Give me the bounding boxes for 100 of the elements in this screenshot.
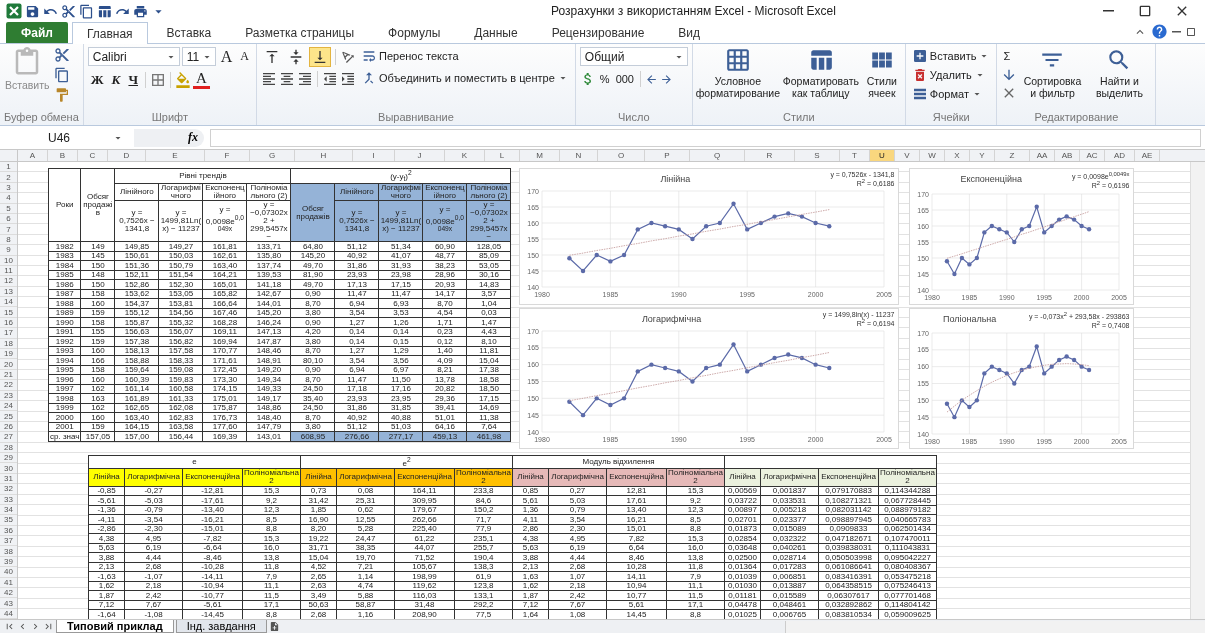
row-number[interactable]: 7 (0, 224, 17, 235)
number-format-field[interactable]: Общий (579, 47, 688, 66)
autosum-button[interactable]: Σ (1001, 47, 1018, 65)
row-number[interactable]: 15 (0, 307, 17, 318)
ribbon-tab[interactable]: Разметка страницы (230, 22, 370, 43)
row-number[interactable]: 31 (0, 473, 17, 485)
name-box[interactable]: U46 (8, 128, 128, 147)
column-header[interactable]: K (445, 150, 485, 161)
row-number[interactable]: 8 (0, 234, 17, 246)
column-header[interactable]: F (205, 150, 250, 161)
column-header[interactable]: N (560, 150, 598, 161)
borders-icon[interactable] (150, 71, 166, 88)
column-header[interactable]: M (520, 150, 560, 161)
row-number[interactable]: 30 (0, 463, 17, 474)
column-header[interactable]: S (795, 150, 840, 161)
column-header[interactable]: Q (690, 150, 745, 161)
row-number[interactable]: 34 (0, 504, 17, 516)
column-header[interactable]: P (645, 150, 690, 161)
row-number[interactable]: 38 (0, 546, 17, 557)
font-name-field[interactable]: Calibri (87, 47, 180, 66)
styles-button[interactable]: Форматировать как таблицу (781, 47, 860, 111)
row-number[interactable]: 13 (0, 286, 17, 298)
column-header[interactable]: Z (995, 150, 1030, 161)
row-number[interactable]: 4 (0, 193, 17, 204)
help-icon[interactable] (1151, 23, 1168, 40)
row-number[interactable]: 5 (0, 203, 17, 214)
row-number[interactable]: 42 (0, 588, 17, 599)
row-number[interactable]: 23 (0, 390, 17, 401)
styles-button[interactable]: Стили ячеек (862, 47, 901, 111)
row-number[interactable]: 10 (0, 255, 17, 266)
editing-button[interactable]: Сортировка и фильтр (1020, 47, 1085, 111)
text-orientation-icon[interactable] (340, 49, 356, 65)
row-number[interactable]: 28 (0, 442, 17, 453)
increase-indent-icon[interactable] (340, 71, 356, 87)
column-header[interactable]: AD (1105, 150, 1135, 161)
fill-color-icon[interactable] (175, 71, 191, 88)
cut-icon[interactable] (61, 3, 76, 19)
new-sheet-icon[interactable] (268, 621, 280, 632)
copy-icon[interactable] (53, 67, 70, 83)
sheet-tab[interactable]: Типовий приклад (56, 620, 174, 633)
row-number[interactable]: 18 (0, 338, 17, 350)
row-number[interactable]: 3 (0, 182, 17, 194)
column-header[interactable]: C (78, 150, 108, 161)
column-header[interactable]: V (895, 150, 920, 161)
ribbon-tab[interactable]: Данные (459, 22, 533, 43)
column-header[interactable]: U (870, 150, 895, 161)
first-sheet-icon[interactable] (4, 621, 15, 632)
right-arrow-icon[interactable] (660, 72, 673, 86)
column-header[interactable]: G (250, 150, 295, 161)
column-header[interactable]: L (485, 150, 520, 161)
cells-button[interactable]: Вставить (909, 47, 993, 65)
column-header[interactable]: AA (1030, 150, 1055, 161)
row-number[interactable]: 17 (0, 328, 17, 339)
row-number[interactable]: 9 (0, 245, 17, 256)
align-left-icon[interactable] (261, 71, 277, 87)
row-number[interactable]: 37 (0, 536, 17, 547)
row-number[interactable]: 6 (0, 213, 17, 225)
cells-button[interactable]: Формат (909, 85, 993, 103)
sheet-tab[interactable]: Інд. завдання (175, 620, 267, 633)
row-number[interactable]: 19 (0, 349, 17, 360)
italic-button[interactable]: К (108, 70, 124, 89)
row-number[interactable]: 41 (0, 577, 17, 588)
insert-function-button[interactable]: fx (134, 128, 204, 147)
row-number[interactable]: 11 (0, 265, 17, 277)
row-number[interactable]: 43 (0, 598, 17, 609)
horizontal-scrollbar[interactable] (785, 621, 1205, 633)
column-header[interactable]: E (146, 150, 205, 161)
column-header[interactable]: R (745, 150, 795, 161)
align-center-icon[interactable] (279, 71, 295, 87)
percent-button[interactable]: % (597, 70, 612, 88)
ribbon-tab[interactable]: Формулы (373, 22, 456, 43)
column-header[interactable]: B (48, 150, 78, 161)
minimize-icon[interactable] (1172, 30, 1181, 33)
column-header[interactable]: H (295, 150, 353, 161)
row-number[interactable]: 14 (0, 297, 17, 308)
row-number[interactable]: 36 (0, 525, 17, 537)
column-header[interactable]: AC (1080, 150, 1105, 161)
row-number[interactable]: 21 (0, 369, 17, 381)
row-number[interactable]: 26 (0, 421, 17, 433)
file-menu-tab[interactable]: Файл (6, 22, 68, 43)
column-header[interactable]: X (945, 150, 970, 161)
decrease-indent-icon[interactable] (322, 71, 338, 87)
column-header[interactable]: AB (1055, 150, 1080, 161)
cells-button[interactable]: Удалить (909, 66, 993, 84)
underline-button[interactable]: Ч (125, 70, 141, 89)
thousands-separator-button[interactable]: 000 (613, 70, 636, 88)
shrink-font-button[interactable]: A (237, 47, 252, 66)
restore-icon[interactable] (1185, 25, 1197, 38)
row-number[interactable]: 25 (0, 411, 17, 422)
left-arrow-icon[interactable] (645, 72, 658, 86)
vertical-scrollbar[interactable] (1190, 162, 1205, 619)
row-number[interactable]: 27 (0, 432, 17, 443)
row-number[interactable]: 16 (0, 317, 17, 329)
column-header[interactable]: I (353, 150, 395, 161)
ribbon-tab[interactable]: Вид (663, 22, 716, 43)
styles-button[interactable]: Условное форматирование (696, 47, 779, 111)
bold-button[interactable]: Ж (87, 70, 107, 89)
row-number[interactable]: 2 (0, 172, 17, 183)
row-number[interactable]: 33 (0, 494, 17, 505)
last-sheet-icon[interactable] (43, 621, 54, 632)
